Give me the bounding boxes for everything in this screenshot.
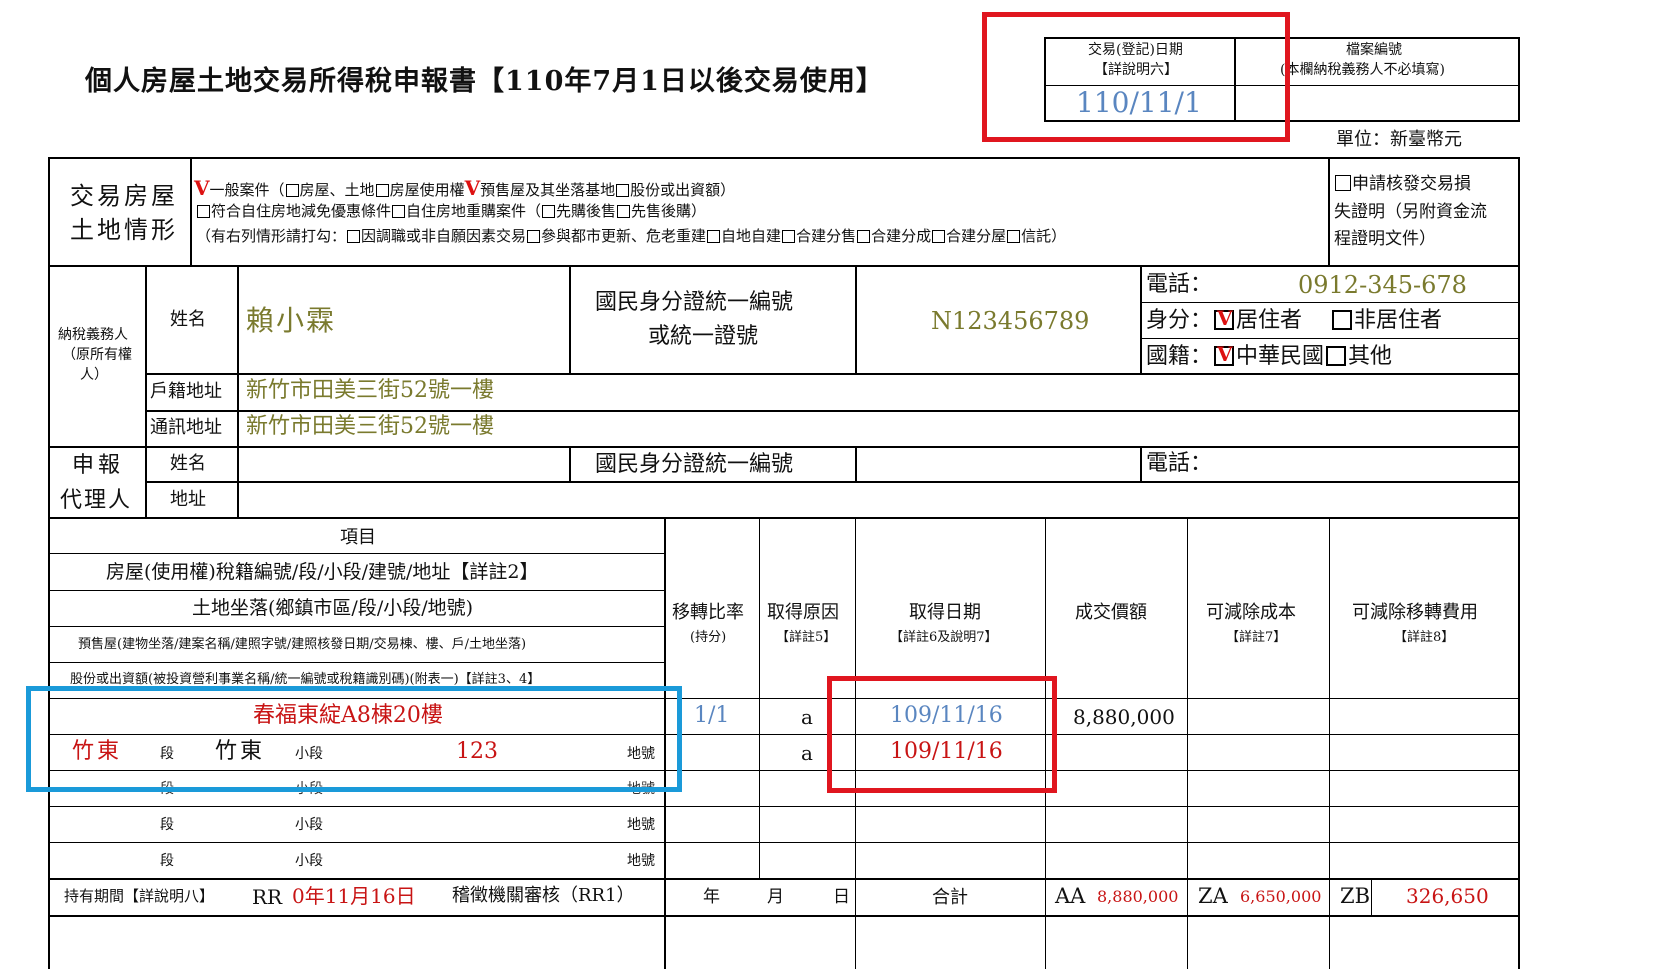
apply-loss-cert-line-3: 程證明文件）: [1334, 229, 1436, 249]
zb-label: ZB: [1340, 884, 1371, 908]
row4-lot-label: 地號: [627, 817, 655, 833]
rr-label: RR: [252, 885, 283, 909]
agent-label-2: 代理人: [60, 488, 133, 513]
highlight-date-box: [982, 12, 1290, 142]
za-value[interactable]: 6,650,000: [1240, 889, 1321, 905]
situation-row-1: V一般案件（ 房屋、土地 房屋使用權V預售屋及其坐落基地 股份或出資額）: [194, 176, 736, 200]
checkbox-apply-loss-cert[interactable]: [1335, 175, 1351, 191]
col-cost-note: 【詳註7】: [1226, 630, 1287, 645]
checkbox-shares[interactable]: [616, 184, 630, 197]
check-mark-presale[interactable]: V: [465, 176, 481, 200]
row4-subseg-label: 小段: [295, 817, 323, 833]
situation-label-1: 交易房屋: [70, 182, 178, 210]
row1-ratio[interactable]: 1/1: [694, 705, 729, 727]
agent-id-label: 國民身分證統一編號: [595, 452, 794, 477]
checkbox-joint-house[interactable]: [932, 230, 946, 243]
phone-label: 電話：: [1146, 272, 1213, 297]
row5-subseg-label: 小段: [295, 853, 323, 869]
nation-row: 國籍： V 中華民國 其他: [1146, 342, 1393, 369]
month-label: 月: [767, 887, 784, 907]
aa-value[interactable]: 8,880,000: [1097, 889, 1178, 905]
checkbox-joint-sale[interactable]: [782, 230, 796, 243]
agent-address-label: 地址: [170, 489, 206, 510]
mailing-address-value[interactable]: 新竹市田美三街52號一樓: [246, 416, 494, 438]
situation-label-2: 土地情形: [70, 216, 178, 244]
agent-name-label: 姓名: [170, 453, 206, 474]
col-price-header: 成交價額: [1075, 602, 1147, 623]
taxpayer-label-3: 人）: [80, 367, 108, 383]
review-label: 稽徵機關審核（RR1）: [452, 885, 635, 906]
row2-reason[interactable]: a: [801, 743, 813, 763]
id-label-2: 或統一證號: [648, 324, 759, 349]
highlight-acquire-date-box: [827, 676, 1057, 793]
col-fee-note: 【詳註8】: [1394, 630, 1455, 645]
file-number-note: (本欄納稅義務人不必填寫): [1280, 62, 1445, 78]
checkbox-relocation[interactable]: [347, 230, 361, 243]
apply-loss-cert: 申請核發交易損: [1334, 175, 1471, 193]
household-address-label: 戶籍地址: [150, 381, 222, 402]
row5-seg-label: 段: [160, 853, 174, 869]
col-cost-header: 可減除成本: [1206, 602, 1296, 623]
taxpayer-name-value[interactable]: 賴小霖: [246, 307, 336, 335]
file-number-label: 檔案編號: [1346, 42, 1402, 58]
items-house-header: 房屋(使用權)稅籍編號/段/小段/建號/地址【詳註2】: [106, 561, 539, 583]
mailing-address-label: 通訊地址: [150, 417, 222, 438]
col-reason-note: 【詳註5】: [776, 630, 837, 645]
items-header: 項目: [340, 527, 376, 548]
household-address-value[interactable]: 新竹市田美三街52號一樓: [246, 380, 494, 402]
col-ratio-header: 移轉比率: [672, 602, 744, 623]
checkbox-buy-first[interactable]: [542, 205, 556, 218]
check-mark-general[interactable]: V: [194, 176, 210, 200]
year-label: 年: [703, 887, 720, 907]
checkbox-resident[interactable]: V: [1214, 308, 1235, 330]
items-land-header: 土地坐落(鄉鎮市區/段/小段/地號): [192, 597, 474, 619]
checkbox-house-land[interactable]: [285, 184, 299, 197]
row1-price[interactable]: 8,880,000: [1073, 707, 1175, 727]
name-label: 姓名: [170, 309, 206, 330]
holding-period-value[interactable]: 0年11月16日: [292, 886, 416, 906]
za-label: ZA: [1198, 884, 1228, 908]
col-reason-header: 取得原因: [767, 602, 839, 623]
status-row: 身分： V 居住者 非居住者: [1146, 306, 1443, 333]
col-fee-header: 可減除移轉費用: [1352, 602, 1478, 623]
form-title: 個人房屋土地交易所得稅申報書【110年7月1日以後交易使用】: [85, 66, 884, 97]
situation-row-3: （有右列情形請打勾： 因調職或非自願因素交易 參與都市更新、危老重建 自地自建 合建分售…: [196, 227, 1067, 245]
day-label: 日: [833, 887, 850, 907]
checkbox-self-build[interactable]: [707, 230, 721, 243]
taxpayer-label-2: （原所有權: [62, 347, 132, 363]
agent-label-1: 申報: [72, 453, 125, 478]
checkbox-other-nation[interactable]: [1326, 346, 1347, 366]
checkbox-sell-first[interactable]: [617, 205, 631, 218]
checkbox-joint-split[interactable]: [857, 230, 871, 243]
items-shares-header: 股份或出資額(被投資營利事業名稱/統一編號或稅籍識別碼)(附表一)【詳註3、4】: [70, 672, 541, 687]
checkbox-house-use-right[interactable]: [375, 184, 389, 197]
row1-reason[interactable]: a: [801, 707, 813, 727]
agent-phone-label: 電話：: [1146, 451, 1213, 476]
situation-row-2: 符合自住房地減免優惠條件 自住房地重購案件（ 先購後售 先售後購）: [196, 204, 706, 219]
phone-value[interactable]: 0912-345-678: [1298, 273, 1467, 297]
checkbox-roc[interactable]: V: [1214, 344, 1235, 366]
items-presale-header: 預售屋(建物坐落/建案名稱/建照字號/建照核發日期/交易棟、樓、戶/土地坐落): [78, 637, 527, 652]
checkbox-nonresident[interactable]: [1332, 310, 1353, 330]
checkbox-self-use-relief[interactable]: [197, 205, 210, 218]
taxpayer-id-value[interactable]: N123456789: [931, 309, 1089, 333]
checkbox-urban-renewal[interactable]: [527, 230, 541, 243]
row4-seg-label: 段: [160, 817, 174, 833]
holding-period-label: 持有期間【詳說明八】: [64, 887, 215, 905]
highlight-property-box: [26, 686, 682, 792]
zb-value[interactable]: 326,650: [1406, 886, 1489, 906]
checkbox-trust[interactable]: [1007, 230, 1021, 243]
col-ratio-note: (持分): [690, 630, 727, 645]
row5-lot-label: 地號: [627, 853, 655, 869]
unit-label: 單位：新臺幣元: [1336, 129, 1462, 150]
col-date-header: 取得日期: [909, 602, 981, 623]
apply-loss-cert-line-2: 失證明（另附資金流: [1334, 202, 1487, 222]
checkbox-repurchase[interactable]: [392, 205, 406, 218]
total-label: 合計: [932, 887, 968, 908]
aa-label: AA: [1055, 884, 1086, 908]
id-label-1: 國民身分證統一編號: [595, 290, 794, 315]
col-date-note: 【詳註6及說明7】: [890, 630, 998, 645]
taxpayer-label-1: 納稅義務人: [58, 327, 128, 343]
